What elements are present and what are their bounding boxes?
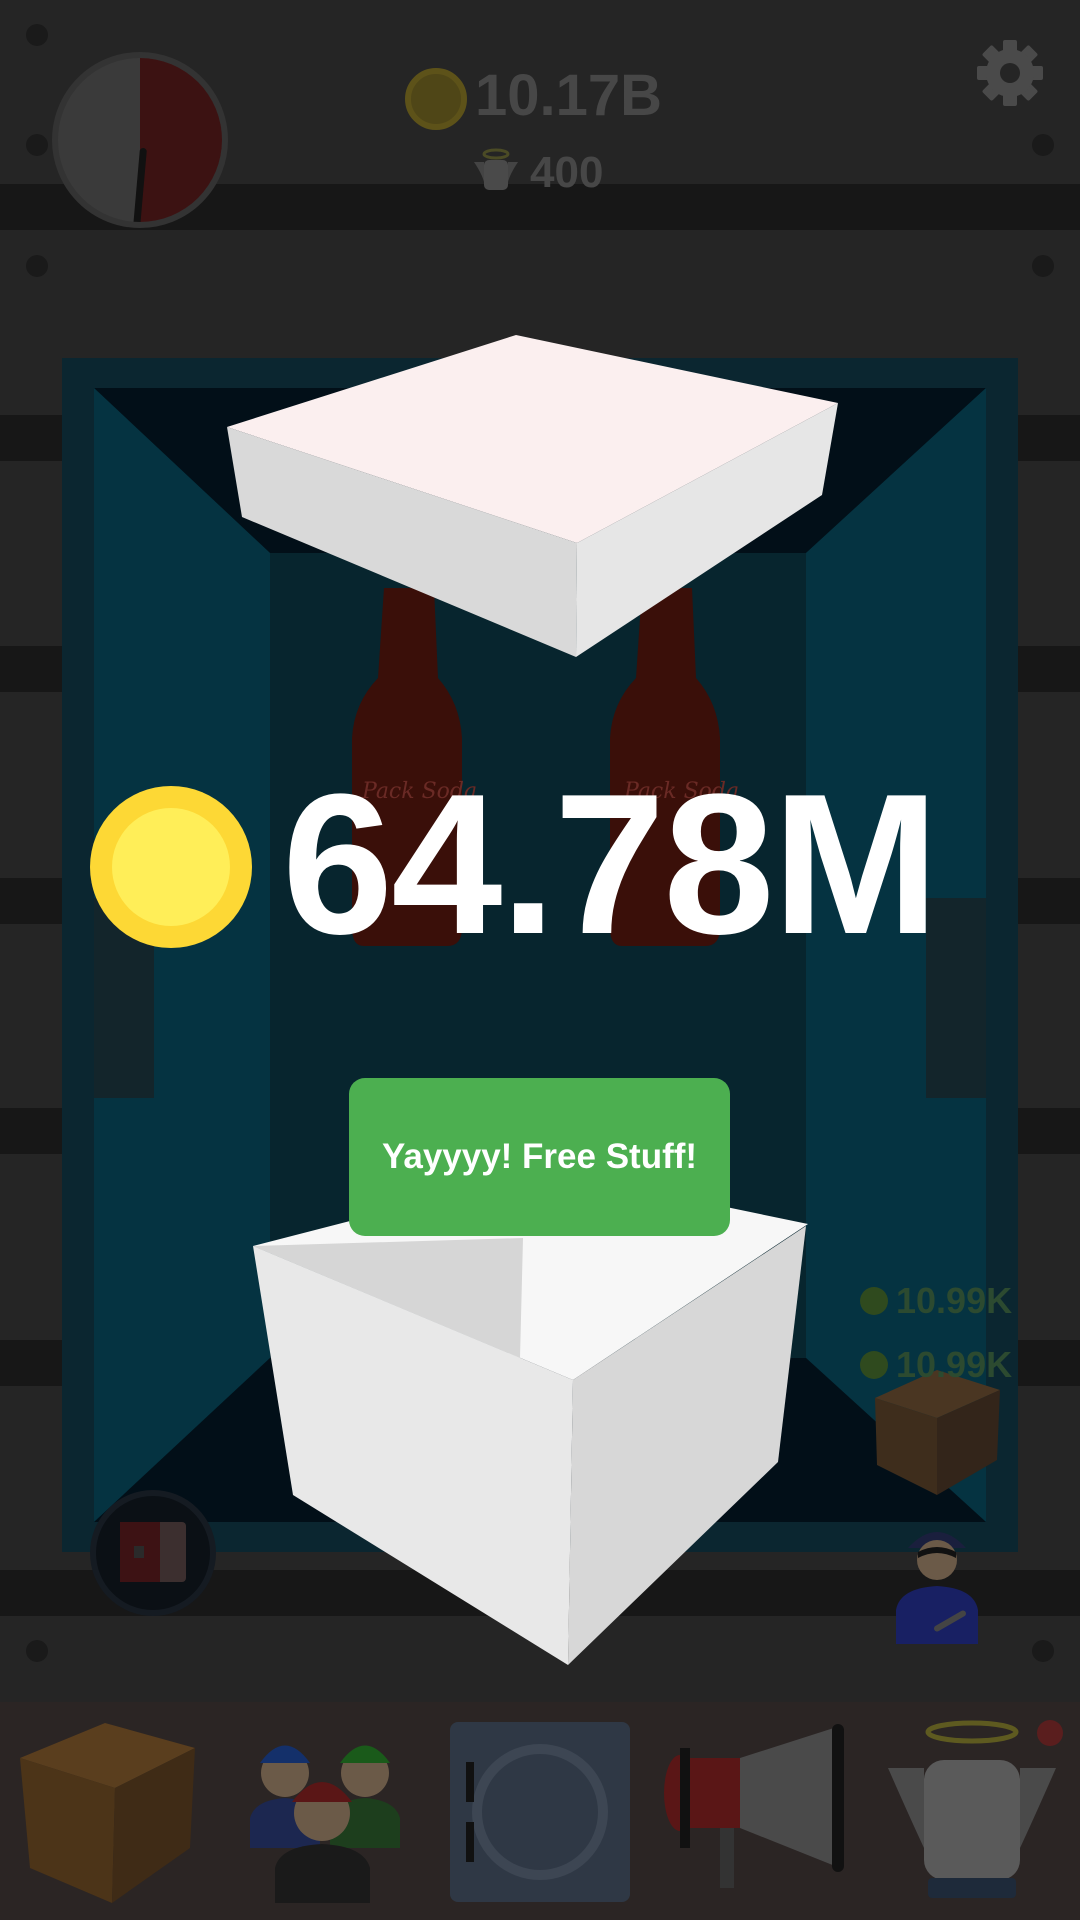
rivet: [26, 134, 48, 156]
rivet: [1032, 134, 1054, 156]
coin-icon: [860, 1287, 888, 1315]
box-icon[interactable]: [20, 1718, 195, 1903]
box-lid: [227, 335, 838, 657]
mechanic-icon[interactable]: [890, 1518, 984, 1644]
coin-icon: [860, 1351, 888, 1379]
gear-icon[interactable]: [975, 38, 1045, 108]
income-line: 10.99K: [860, 1280, 1012, 1322]
box-icon: [875, 1370, 1000, 1495]
open-box: [253, 1190, 808, 1665]
workers-icon[interactable]: [230, 1718, 415, 1903]
megaphone-icon[interactable]: [660, 1718, 850, 1903]
vault-icon[interactable]: [450, 1722, 630, 1902]
safe-icon: [120, 1522, 186, 1582]
angel-count: 400: [530, 148, 604, 197]
reward-amount: 64.78M: [282, 753, 939, 976]
total-money: 10.17B: [475, 63, 663, 128]
rivet: [26, 255, 48, 277]
notification-dot: [1037, 1720, 1063, 1746]
rivet: [26, 24, 48, 46]
free-stuff-button[interactable]: Yayyyy! Free Stuff!: [349, 1078, 730, 1236]
coin-icon: [90, 786, 252, 948]
rivet: [26, 1640, 48, 1662]
angel-icon[interactable]: [880, 1718, 1060, 1908]
rivet: [1032, 255, 1054, 277]
rivet: [1032, 1640, 1054, 1662]
dial-timer-icon[interactable]: [52, 52, 228, 228]
income-line: 10.99K: [860, 1344, 1012, 1386]
angel-icon: [474, 148, 518, 190]
safe-button[interactable]: [90, 1490, 216, 1616]
coin-icon: [405, 68, 467, 130]
